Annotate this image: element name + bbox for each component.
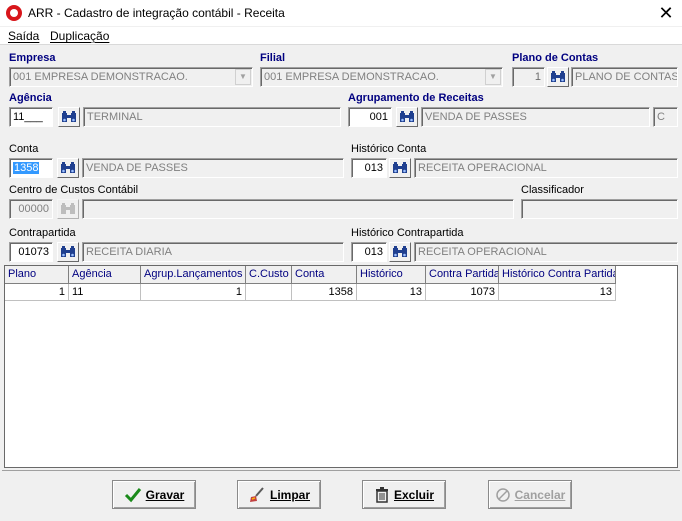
centro-custos-search-button xyxy=(57,199,79,219)
centro-custos-description-field xyxy=(82,199,514,219)
cancel-icon xyxy=(495,487,510,502)
contrapartida-label: Contrapartida xyxy=(9,227,76,239)
cancelar-button: Cancelar xyxy=(488,480,572,509)
col-header-plano[interactable]: Plano xyxy=(5,266,69,284)
binoculars-icon xyxy=(61,246,75,257)
form-panel: Empresa 001 EMPRESA DEMONSTRACAO. ▼ Fili… xyxy=(2,47,680,263)
agrupamento-description-field: VENDA DE PASSES xyxy=(421,107,650,127)
plano-code-field[interactable]: 1 xyxy=(512,67,545,87)
gravar-label: Gravar xyxy=(145,487,185,502)
conta-label: Conta xyxy=(9,143,39,155)
menu-bar: Saída Duplicação xyxy=(0,27,682,45)
menu-duplicacao[interactable]: Duplicação xyxy=(50,29,109,43)
historico-contrapartida-label: Histórico Contrapartida xyxy=(351,227,464,239)
grid-header: Plano Agência Agrup.Lançamentos C.Custo … xyxy=(5,266,616,284)
data-grid[interactable]: Plano Agência Agrup.Lançamentos C.Custo … xyxy=(4,265,678,468)
agencia-code-field[interactable]: 11___ xyxy=(9,107,53,127)
binoculars-icon xyxy=(62,111,76,122)
binoculars-icon xyxy=(61,162,75,173)
conta-code-value: 1358 xyxy=(13,162,40,174)
contrapartida-code-field[interactable]: 01073 xyxy=(9,242,53,262)
agrupamento-search-button[interactable] xyxy=(396,107,418,127)
title-bar: ARR - Cadastro de integração contábil - … xyxy=(0,0,682,27)
filial-label: Filial xyxy=(260,52,286,64)
historico-conta-search-button[interactable] xyxy=(389,158,411,178)
limpar-button[interactable]: Limpar xyxy=(237,480,321,509)
footer-divider xyxy=(2,470,680,471)
centro-custos-label: Centro de Custos Contábil xyxy=(9,184,139,196)
empresa-dropdown-icon[interactable]: ▼ xyxy=(235,69,251,85)
col-header-ccusto[interactable]: C.Custo xyxy=(246,266,292,284)
agencia-search-button[interactable] xyxy=(58,107,80,127)
binoculars-icon xyxy=(393,162,407,173)
agrupamento-label: Agrupamento de Receitas xyxy=(348,92,484,104)
historico-conta-code-field[interactable]: 013 xyxy=(351,158,387,178)
conta-search-button[interactable] xyxy=(57,158,79,178)
plano-label: Plano de Contas xyxy=(512,52,599,64)
col-header-historico-contra-partida[interactable]: Histórico Contra Partida xyxy=(499,266,616,284)
trash-icon xyxy=(375,486,388,503)
cell-historico-contra-partida[interactable]: 13 xyxy=(499,284,616,301)
historico-contrapartida-search-button[interactable] xyxy=(389,242,411,262)
classificador-field xyxy=(521,199,678,219)
agrupamento-extra-field: C xyxy=(653,107,678,127)
empresa-combo[interactable]: 001 EMPRESA DEMONSTRACAO. xyxy=(9,67,253,87)
app-logo-icon xyxy=(6,5,22,21)
gravar-button[interactable]: Gravar xyxy=(112,480,196,509)
cell-agrup[interactable]: 1 xyxy=(141,284,246,301)
binoculars-icon xyxy=(61,203,75,214)
check-icon xyxy=(124,487,141,502)
col-header-agrup[interactable]: Agrup.Lançamentos xyxy=(141,266,246,284)
cancelar-label: Cancelar xyxy=(514,487,566,502)
empresa-label: Empresa xyxy=(9,52,56,64)
col-header-contra-partida[interactable]: Contra Partida xyxy=(426,266,499,284)
col-header-conta[interactable]: Conta xyxy=(292,266,357,284)
plano-search-button[interactable] xyxy=(547,67,569,87)
col-header-agencia[interactable]: Agência xyxy=(69,266,141,284)
cell-contra-partida[interactable]: 1073 xyxy=(426,284,499,301)
conta-description-field: VENDA DE PASSES xyxy=(82,158,344,178)
historico-contrapartida-code-field[interactable]: 013 xyxy=(351,242,387,262)
excluir-label: Excluir xyxy=(393,487,435,502)
historico-conta-description-field: RECEITA OPERACIONAL xyxy=(414,158,678,178)
window-title: ARR - Cadastro de integração contábil - … xyxy=(28,6,285,20)
filial-combo[interactable]: 001 EMPRESA DEMONSTRACAO. xyxy=(260,67,503,87)
contrapartida-search-button[interactable] xyxy=(57,242,79,262)
col-header-historico[interactable]: Histórico xyxy=(357,266,426,284)
limpar-label: Limpar xyxy=(269,487,310,502)
binoculars-icon xyxy=(400,111,414,122)
binoculars-icon xyxy=(393,246,407,257)
historico-conta-label: Histórico Conta xyxy=(351,143,427,155)
conta-code-field[interactable]: 1358 xyxy=(9,158,53,178)
classificador-label: Classificador xyxy=(521,184,584,196)
agencia-label: Agência xyxy=(9,92,52,104)
agrupamento-code-field[interactable]: 001 xyxy=(348,107,392,127)
historico-contrapartida-description-field: RECEITA OPERACIONAL xyxy=(414,242,678,262)
cell-agencia[interactable]: 11 xyxy=(69,284,141,301)
menu-saida[interactable]: Saída xyxy=(8,29,39,43)
excluir-button[interactable]: Excluir xyxy=(362,480,446,509)
contrapartida-description-field: RECEITA DIARIA xyxy=(82,242,344,262)
filial-dropdown-icon[interactable]: ▼ xyxy=(485,69,501,85)
cell-conta[interactable]: 1358 xyxy=(292,284,357,301)
cell-plano[interactable]: 1 xyxy=(5,284,69,301)
cell-ccusto[interactable] xyxy=(246,284,292,301)
binoculars-icon xyxy=(551,71,565,82)
brush-icon xyxy=(249,486,264,502)
cell-historico[interactable]: 13 xyxy=(357,284,426,301)
centro-custos-code-field: 00000 xyxy=(9,199,53,219)
agencia-description-field: TERMINAL xyxy=(83,107,341,127)
close-button[interactable]: ✕ xyxy=(652,2,680,24)
plano-description-field: PLANO DE CONTAS xyxy=(571,67,678,87)
